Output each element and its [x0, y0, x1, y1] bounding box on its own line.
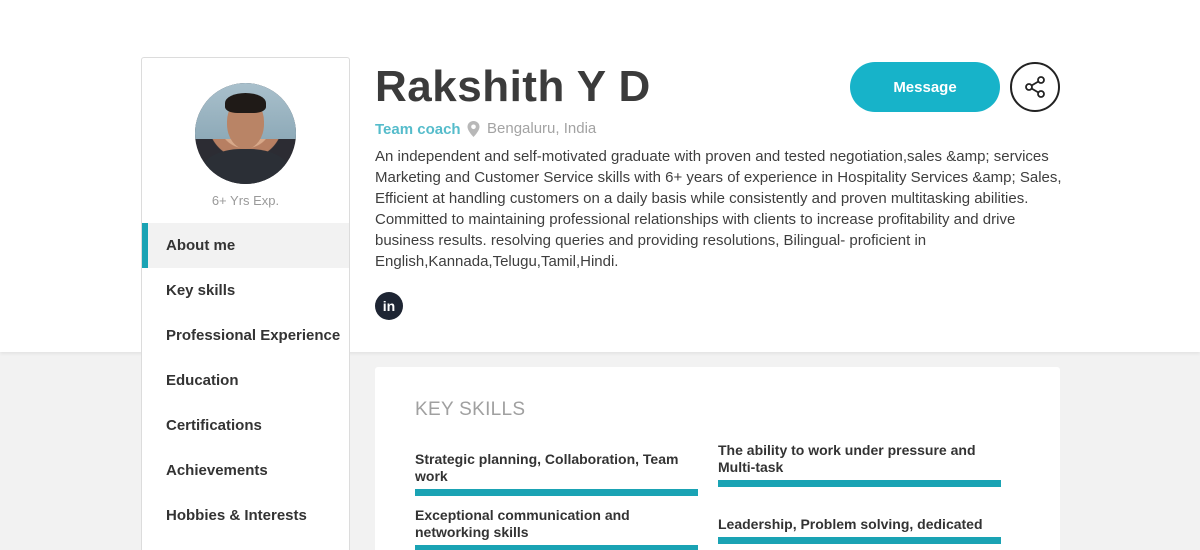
- profile-location: Bengaluru, India: [467, 120, 596, 137]
- profile-role: Team coach: [375, 121, 461, 138]
- message-button[interactable]: Message: [850, 62, 1000, 112]
- skill-label: Leadership, Problem solving, dedicated: [718, 516, 983, 532]
- sidebar-item-hobbies-interests[interactable]: Hobbies & Interests: [142, 493, 349, 538]
- skill-item: The ability to work under pressure and M…: [718, 442, 1001, 487]
- sidebar-item-education[interactable]: Education: [142, 358, 349, 403]
- key-skills-card: KEY SKILLS Strategic planning, Collabora…: [375, 367, 1060, 550]
- skill-bar: [415, 545, 698, 550]
- key-skills-title: KEY SKILLS: [415, 399, 526, 420]
- location-label: Bengaluru, India: [487, 120, 597, 137]
- profile-name: Rakshith Y D: [375, 62, 651, 111]
- skill-item: Exceptional communication and networking…: [415, 507, 698, 550]
- skill-bar: [718, 537, 1001, 544]
- avatar: [195, 83, 296, 184]
- sidebar-item-key-skills[interactable]: Key skills: [142, 268, 349, 313]
- skill-bar: [718, 480, 1001, 487]
- sidebar-item-about-me[interactable]: About me: [142, 223, 349, 268]
- share-icon: [1025, 76, 1045, 98]
- profile-sidebar: 6+ Yrs Exp. About me Key skills Professi…: [141, 57, 350, 550]
- profile-bio: An independent and self-motivated gradua…: [375, 148, 1062, 270]
- experience-label: 6+ Yrs Exp.: [211, 193, 280, 208]
- sidebar-item-professional-experience[interactable]: Professional Experience: [142, 313, 349, 358]
- skill-item: Leadership, Problem solving, dedicated: [718, 516, 1001, 544]
- share-button[interactable]: [1010, 62, 1060, 112]
- sidebar-nav: About me Key skills Professional Experie…: [142, 223, 349, 538]
- skill-label: Exceptional communication and networking…: [415, 507, 630, 540]
- location-pin-icon: [467, 120, 480, 137]
- skill-label: The ability to work under pressure and M…: [718, 442, 976, 475]
- skill-bar: [415, 489, 698, 496]
- skill-label: Strategic planning, Collaboration, Team …: [415, 451, 679, 484]
- linkedin-icon[interactable]: in: [375, 292, 403, 320]
- sidebar-item-achievements[interactable]: Achievements: [142, 448, 349, 493]
- sidebar-item-certifications[interactable]: Certifications: [142, 403, 349, 448]
- skill-item: Strategic planning, Collaboration, Team …: [415, 451, 698, 496]
